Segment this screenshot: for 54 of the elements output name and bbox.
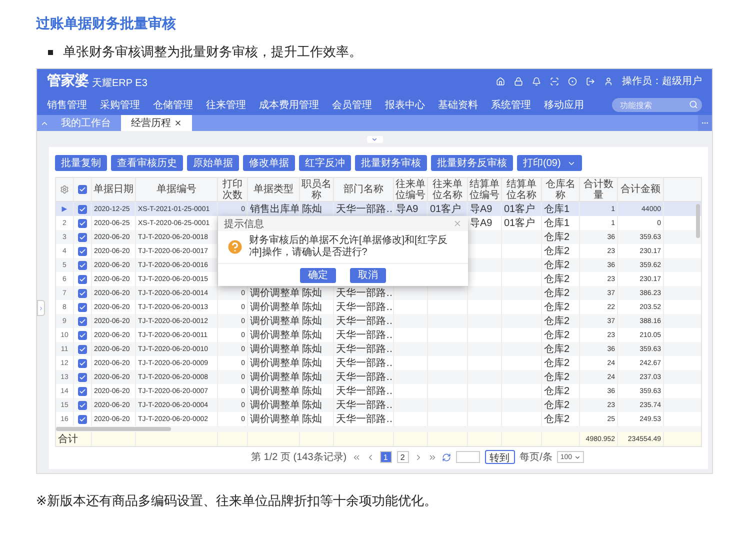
table-cell-text: 天华一部路… — [336, 342, 393, 356]
table-cell-text: 陈灿 — [302, 202, 322, 216]
logo: 管家婆 — [47, 72, 89, 90]
table-cell-text: 仓库2 — [544, 384, 570, 398]
section-heading: 过账单据财务批量审核 — [36, 14, 177, 32]
total-label: 合计 — [58, 432, 78, 446]
table-cell-text: 仓库2 — [544, 356, 570, 370]
page-info: 第 1/2 页 (143条记录) — [251, 451, 347, 464]
table-cell-text: 陈灿 — [302, 384, 322, 398]
table-cell-text: 陈灿 — [302, 314, 322, 328]
table-cell-text: 仓库1 — [544, 202, 570, 216]
table-cell-text: 仓库2 — [544, 370, 570, 384]
table-cell-text: 陈灿 — [302, 342, 322, 356]
table-cell-text: 仓库2 — [544, 244, 570, 258]
table-cell-text: 陈灿 — [302, 286, 322, 300]
table-cell-text: 01客户 — [430, 202, 462, 216]
table-cell-text: 陈灿 — [302, 300, 322, 314]
table-cell-text: 天华一部路… — [336, 412, 393, 426]
table-cell-text: 仓库2 — [544, 328, 570, 342]
table-cell-text: 陈灿 — [302, 356, 322, 370]
table-cell-text: 仓库2 — [544, 412, 570, 426]
table-cell-text: 天华一部路… — [336, 202, 393, 216]
dialog-title: 提示信息 — [224, 218, 264, 230]
table-cell-text: 天华一部路… — [336, 328, 393, 342]
note-text: ※新版本还有商品多编码设置、往来单位品牌折扣等十余项功能优化。 — [36, 492, 438, 510]
table-cell-text: 天华一部路… — [336, 370, 393, 384]
table-cell-text: 导A9 — [396, 203, 418, 216]
table-cell-text: 天华一部路… — [336, 356, 393, 370]
table-cell-text: 仓库2 — [544, 272, 570, 286]
table-cell-text: 仓库2 — [544, 342, 570, 356]
table-cell-text: 陈灿 — [302, 328, 322, 342]
table-cell-text: 天华一部路… — [336, 384, 393, 398]
bullet-text: 单张财务审核调整为批量财务审核，提升工作效率。 — [63, 44, 362, 60]
table-cell-text: 天华一部路… — [336, 300, 393, 314]
table-cell-text: 01客户 — [504, 202, 536, 216]
table-cell-text: 陈灿 — [302, 398, 322, 412]
table-cell-text: 导A9 — [470, 217, 492, 230]
table-cell-text: 01客户 — [504, 216, 536, 230]
table-cell-text: 导A9 — [470, 203, 492, 216]
table-cell-text: 仓库2 — [544, 398, 570, 412]
table-cell-text: 仓库1 — [544, 216, 570, 230]
table-cell-text: 仓库2 — [544, 230, 570, 244]
table-cell-text: 陈灿 — [302, 412, 322, 426]
per-page-label: 每页/条 — [520, 451, 552, 464]
table-cell-text: 陈灿 — [302, 370, 322, 384]
table-cell-text: 天华一部路… — [336, 314, 393, 328]
table-cell-text: 仓库2 — [544, 314, 570, 328]
table-cell-text: 天华一部路… — [336, 286, 393, 300]
product-name: 天耀ERP E3 — [92, 76, 148, 90]
table-cell-text: 天华一部路… — [336, 398, 393, 412]
table-cell-text: 仓库2 — [544, 300, 570, 314]
table-cell-text: 仓库2 — [544, 258, 570, 272]
operator-label: 操作员：超级用户 — [622, 74, 702, 88]
table-cell-text: 仓库2 — [544, 286, 570, 300]
